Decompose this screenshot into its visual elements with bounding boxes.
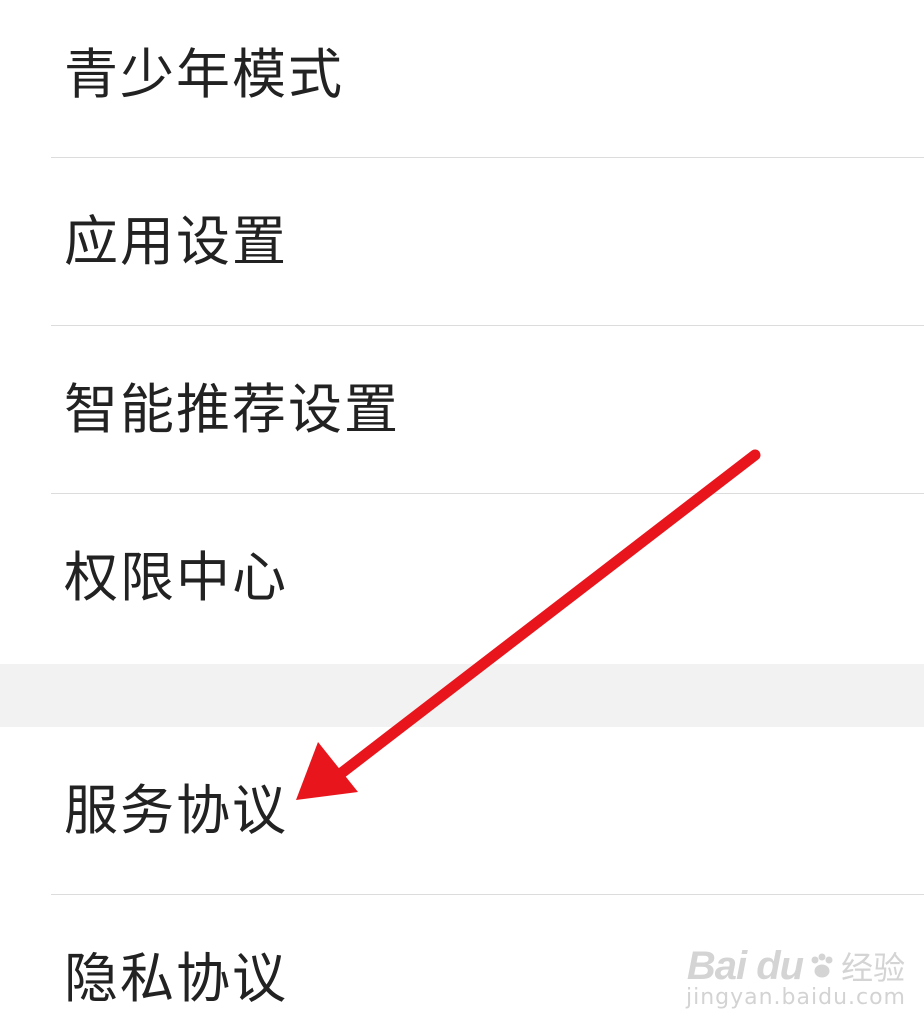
menu-item-permission-center[interactable]: 权限中心 bbox=[0, 494, 924, 662]
menu-item-label: 服务协议 bbox=[64, 779, 288, 842]
menu-item-label: 权限中心 bbox=[64, 546, 288, 609]
section-separator bbox=[0, 664, 924, 727]
watermark-url: jingyan.baidu.com bbox=[685, 985, 906, 1010]
paw-icon bbox=[811, 953, 833, 978]
settings-group-general: 青少年模式 应用设置 智能推荐设置 权限中心 bbox=[0, 0, 924, 662]
baidu-jingyan-watermark: Bai du 经验 jingyan.baidu.com bbox=[685, 943, 906, 1011]
menu-item-label: 隐私协议 bbox=[64, 947, 288, 1010]
watermark-logo-row: Bai du 经验 bbox=[686, 943, 906, 989]
watermark-brand: Bai du bbox=[686, 943, 804, 988]
menu-item-label: 青少年模式 bbox=[64, 43, 344, 106]
menu-item-app-settings[interactable]: 应用设置 bbox=[0, 158, 924, 326]
menu-item-smart-recommend-settings[interactable]: 智能推荐设置 bbox=[0, 326, 924, 494]
menu-item-teen-mode[interactable]: 青少年模式 bbox=[0, 0, 924, 158]
menu-item-label: 应用设置 bbox=[64, 210, 288, 273]
watermark-brand-cn: 经验 bbox=[841, 949, 906, 987]
settings-screen: 青少年模式 应用设置 智能推荐设置 权限中心 服务协议 隐私协议 Bai du bbox=[0, 0, 924, 1024]
menu-item-service-agreement[interactable]: 服务协议 bbox=[0, 727, 924, 895]
menu-item-label: 智能推荐设置 bbox=[64, 378, 400, 441]
